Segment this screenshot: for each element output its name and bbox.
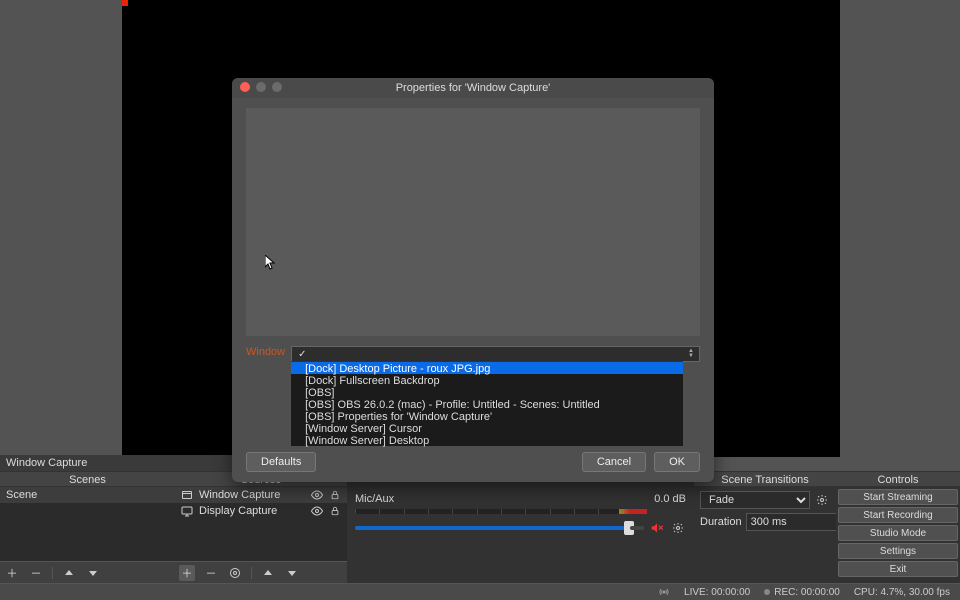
- mixer-channel-label: Mic/Aux: [355, 493, 394, 505]
- volume-slider-thumb[interactable]: [624, 521, 634, 535]
- status-cpu: CPU: 4.7%, 30.00 fps: [854, 587, 950, 598]
- dropdown-option[interactable]: [OBS] Properties for 'Window Capture': [291, 410, 683, 422]
- defaults-button[interactable]: Defaults: [246, 452, 316, 472]
- window-dropdown-list[interactable]: [Dock] Desktop Picture - roux JPG.jpg [D…: [291, 361, 683, 446]
- add-source-button[interactable]: ＋: [179, 565, 195, 581]
- dropdown-option[interactable]: [Window Server] Cursor: [291, 422, 683, 434]
- add-scene-button[interactable]: ＋: [4, 565, 20, 581]
- start-recording-button[interactable]: Start Recording: [838, 507, 958, 523]
- source-properties-button[interactable]: [227, 565, 243, 581]
- preview-resize-handle[interactable]: [122, 0, 128, 6]
- window-icon: [181, 489, 193, 501]
- studio-mode-button[interactable]: Studio Mode: [838, 525, 958, 541]
- move-source-down-button[interactable]: [284, 565, 300, 581]
- mixer-level-label: 0.0 dB: [654, 493, 686, 505]
- separator: [251, 567, 252, 579]
- start-streaming-button[interactable]: Start Streaming: [838, 489, 958, 505]
- transition-settings-icon[interactable]: [814, 492, 830, 508]
- window-field-label: Window: [246, 346, 285, 358]
- sources-list[interactable]: Window Capture Display Capture: [175, 487, 347, 561]
- scenes-dock: Scenes Scene ＋ －: [0, 471, 175, 583]
- ok-button[interactable]: OK: [654, 452, 700, 472]
- dropdown-option[interactable]: [Window Server] Desktop: [291, 434, 683, 446]
- remove-source-button[interactable]: －: [203, 565, 219, 581]
- scenes-list[interactable]: Scene: [0, 487, 175, 561]
- visibility-icon[interactable]: [311, 505, 323, 517]
- source-label: Display Capture: [199, 505, 277, 517]
- transition-mode-select[interactable]: Fade: [700, 491, 810, 509]
- properties-dialog: Properties for 'Window Capture' Window ✓…: [232, 78, 714, 482]
- separator: [52, 567, 53, 579]
- status-rec: REC: 00:00:00: [774, 587, 840, 598]
- move-scene-down-button[interactable]: [85, 565, 101, 581]
- source-label: Window Capture: [199, 489, 280, 501]
- source-row[interactable]: Window Capture: [175, 487, 347, 503]
- mixer-settings-icon[interactable]: [670, 520, 686, 536]
- dropdown-option[interactable]: [OBS] OBS 26.0.2 (mac) - Profile: Untitl…: [291, 398, 683, 410]
- scenes-toolbar: ＋ －: [0, 561, 175, 583]
- dropdown-option[interactable]: [Dock] Fullscreen Backdrop: [291, 374, 683, 386]
- window-select[interactable]: ✓ ▲▼: [291, 346, 700, 362]
- audio-meter: [355, 509, 647, 514]
- visibility-icon[interactable]: [311, 489, 323, 501]
- dialog-titlebar[interactable]: Properties for 'Window Capture': [232, 78, 714, 98]
- dropdown-option[interactable]: [Dock] Desktop Picture - roux JPG.jpg: [291, 362, 683, 374]
- scene-row[interactable]: Scene: [0, 487, 175, 503]
- scenes-header: Scenes: [0, 471, 175, 487]
- sources-toolbar: ＋ －: [175, 561, 347, 583]
- controls-header: Controls: [836, 471, 960, 487]
- source-row[interactable]: Display Capture: [175, 503, 347, 519]
- mute-icon[interactable]: [650, 521, 664, 535]
- dialog-title: Properties for 'Window Capture': [396, 82, 551, 94]
- move-source-up-button[interactable]: [260, 565, 276, 581]
- dropdown-option[interactable]: [OBS]: [291, 386, 683, 398]
- zoom-window-button[interactable]: [272, 82, 282, 92]
- controls-dock: Controls Start Streaming Start Recording…: [836, 471, 960, 583]
- display-icon: [181, 505, 193, 517]
- audio-mixer-dock: Audio Mixer Mic/Aux 0.0 dB: [347, 471, 694, 583]
- remove-scene-button[interactable]: －: [28, 565, 44, 581]
- close-window-button[interactable]: [240, 82, 250, 92]
- exit-button[interactable]: Exit: [838, 561, 958, 577]
- cancel-button[interactable]: Cancel: [582, 452, 646, 472]
- minimize-window-button[interactable]: [256, 82, 266, 92]
- status-bar: LIVE: 00:00:00 REC: 00:00:00 CPU: 4.7%, …: [0, 583, 960, 600]
- broadcast-icon: [658, 587, 670, 597]
- dialog-preview: [246, 108, 700, 336]
- selected-source-label: Window Capture: [6, 457, 242, 469]
- transitions-header: Scene Transitions: [694, 471, 836, 487]
- volume-slider[interactable]: [355, 526, 644, 530]
- settings-button[interactable]: Settings: [838, 543, 958, 559]
- status-live: LIVE: 00:00:00: [684, 587, 750, 598]
- lock-icon[interactable]: [329, 489, 341, 501]
- checkmark-icon: ✓: [298, 349, 306, 360]
- rec-dot-icon: [764, 589, 770, 595]
- move-scene-up-button[interactable]: [61, 565, 77, 581]
- sources-dock: Sources Window Capture Display Capture: [175, 471, 347, 583]
- select-arrows-icon: ▲▼: [685, 347, 697, 361]
- transitions-dock: Scene Transitions Fade Duration ▲ ▼: [694, 471, 836, 583]
- duration-label: Duration: [700, 516, 742, 528]
- lock-icon[interactable]: [329, 505, 341, 517]
